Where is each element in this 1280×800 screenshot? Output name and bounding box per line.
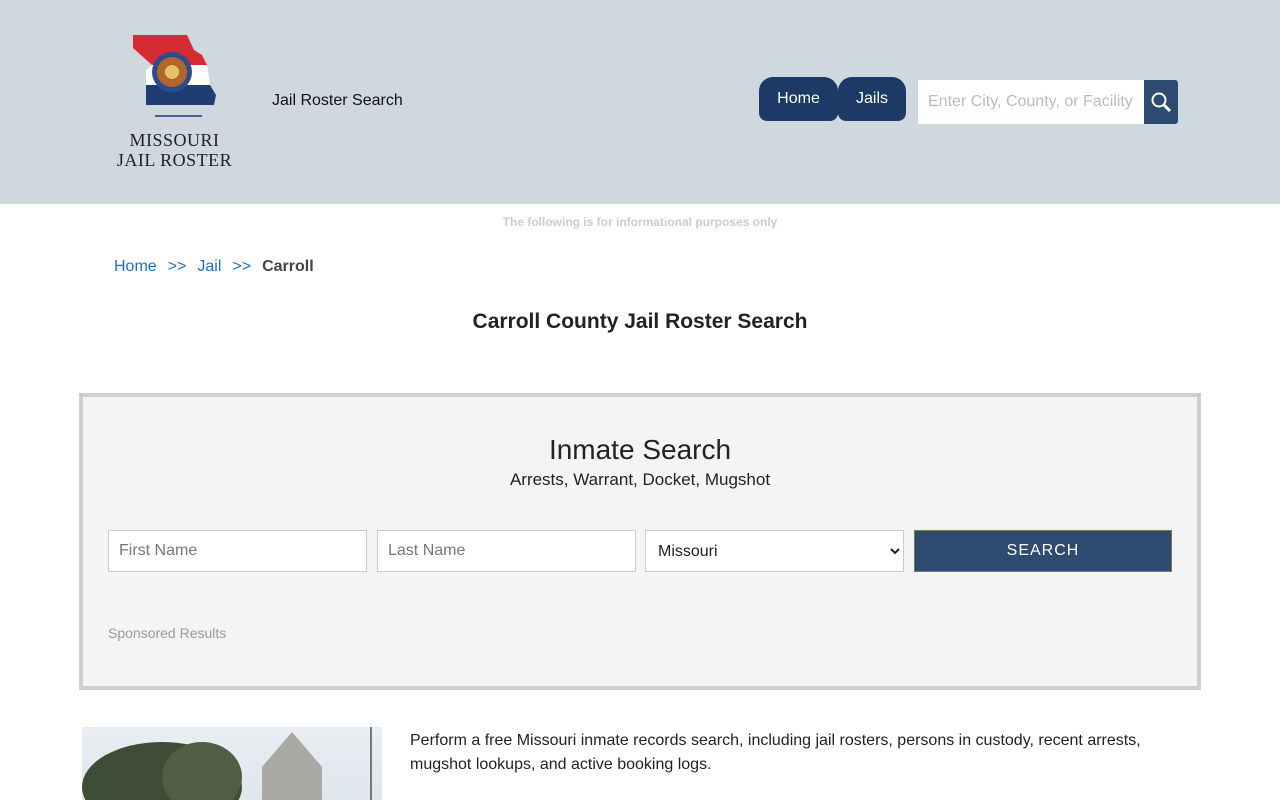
page-title: Carroll County Jail Roster Search bbox=[472, 310, 808, 333]
missouri-map-seal-icon bbox=[133, 35, 216, 117]
magnifier-icon bbox=[1151, 92, 1172, 113]
breadcrumb-separator: >> bbox=[167, 258, 187, 275]
breadcrumb-separator: >> bbox=[232, 258, 252, 275]
site-header: MISSOURI JAIL ROSTER Jail Roster Search … bbox=[0, 0, 1280, 204]
last-name-input[interactable] bbox=[377, 530, 636, 572]
state-select[interactable]: Missouri bbox=[645, 530, 904, 572]
search-button[interactable]: SEARCH bbox=[914, 530, 1172, 572]
search-submit-button[interactable] bbox=[1144, 80, 1178, 124]
breadcrumb-jail[interactable]: Jail bbox=[197, 258, 221, 275]
inmate-search-subtitle: Arrests, Warrant, Docket, Mugshot bbox=[509, 470, 771, 489]
breadcrumb: Home >> Jail >> Carroll bbox=[114, 258, 314, 276]
sponsored-results-label: Sponsored Results bbox=[108, 625, 227, 641]
inmate-search-title: Inmate Search bbox=[548, 434, 732, 465]
inmate-search-panel: Inmate Search Arrests, Warrant, Docket, … bbox=[79, 393, 1201, 690]
nav-jails[interactable]: Jails bbox=[838, 77, 906, 121]
courthouse-photo bbox=[82, 727, 382, 800]
breadcrumb-current: Carroll bbox=[262, 258, 314, 275]
intro-text: Perform a free Missouri inmate records s… bbox=[410, 732, 1141, 773]
missouri-jail-roster-logo[interactable]: MISSOURI JAIL ROSTER bbox=[112, 30, 237, 175]
logo-text: MISSOURI JAIL ROSTER bbox=[116, 130, 233, 170]
nav-home[interactable]: Home bbox=[759, 77, 838, 121]
breadcrumb-home[interactable]: Home bbox=[114, 258, 157, 275]
facility-search-input[interactable] bbox=[918, 80, 1144, 124]
first-name-input[interactable] bbox=[108, 530, 367, 572]
site-title[interactable]: Jail Roster Search bbox=[272, 92, 403, 110]
disclaimer: The following is for informational purpo… bbox=[502, 215, 778, 229]
